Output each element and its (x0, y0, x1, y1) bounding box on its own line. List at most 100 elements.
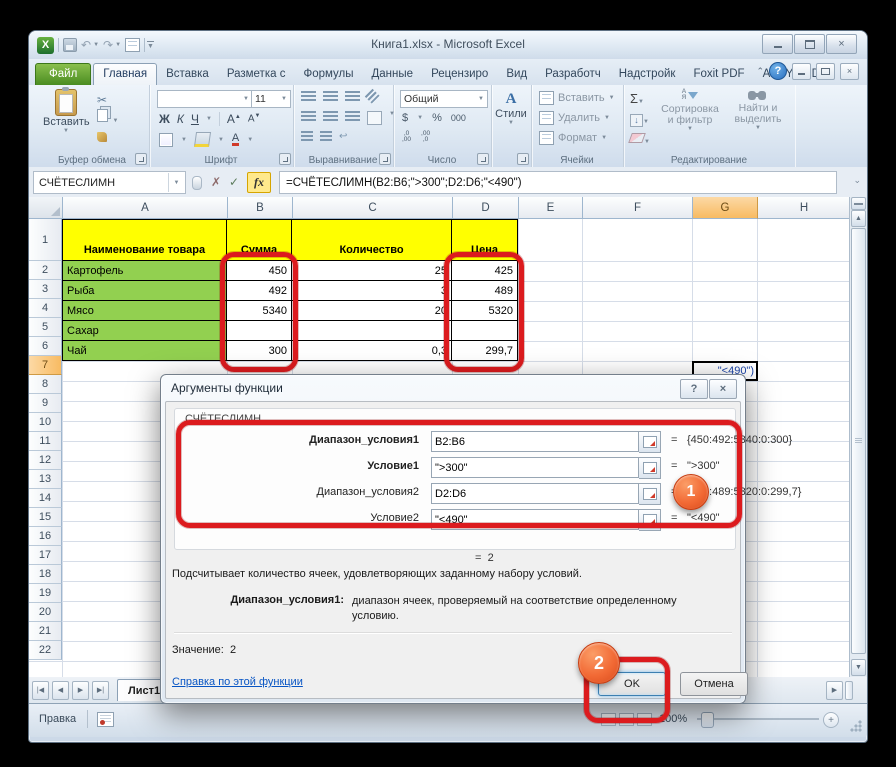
orientation-icon[interactable] (365, 89, 381, 105)
tab-developer[interactable]: Разработч (536, 64, 610, 85)
cell-a4[interactable]: Мясо (62, 301, 227, 321)
row-header-2[interactable]: 2 (29, 261, 62, 280)
alignment-dialog-launcher-icon[interactable] (379, 153, 391, 165)
scroll-down-icon[interactable]: ▼ (851, 659, 866, 676)
font-dialog-launcher-icon[interactable] (279, 153, 291, 165)
prev-sheet-icon[interactable]: ◀ (52, 681, 69, 700)
cell-c4[interactable]: 20 (292, 301, 452, 321)
borders-icon[interactable] (159, 133, 173, 147)
enter-entry-button[interactable]: ✓ (225, 172, 243, 191)
column-header-d[interactable]: D (453, 197, 519, 219)
maximize-button[interactable] (794, 34, 825, 54)
macro-record-icon[interactable] (97, 712, 114, 727)
tab-view[interactable]: Вид (497, 64, 536, 85)
row-header-14[interactable]: 14 (29, 489, 62, 508)
row-header-3[interactable]: 3 (29, 280, 62, 299)
tab-review[interactable]: Рецензиро (422, 64, 497, 85)
row-header-8[interactable]: 8 (29, 375, 62, 394)
tab-data[interactable]: Данные (363, 64, 423, 85)
paste-button[interactable]: Вставить ▼ (43, 89, 89, 134)
insert-function-button[interactable]: fx (247, 172, 271, 193)
grow-font-button[interactable]: А▲ (227, 112, 241, 126)
currency-dropdown-icon[interactable]: ▼ (417, 115, 423, 121)
row-header-6[interactable]: 6 (29, 337, 62, 356)
styles-dropdown-icon[interactable]: ▼ (491, 120, 531, 126)
row-header-1[interactable]: 1 (29, 219, 62, 261)
name-box[interactable]: СЧЁТЕСЛИМН ▼ (33, 171, 186, 194)
align-right-icon[interactable] (345, 111, 360, 122)
comma-format-button[interactable]: 000 (451, 113, 466, 123)
copy-button[interactable]: ▼ (97, 109, 118, 127)
font-color-dropdown-icon[interactable]: ▼ (247, 137, 253, 143)
wrap-text-icon[interactable]: ↩ (339, 131, 347, 142)
row-header-19[interactable]: 19 (29, 584, 62, 603)
fill-button[interactable]: ↓▼ (630, 110, 649, 128)
delete-cells-button[interactable]: Удалить▼ (539, 111, 610, 125)
name-box-dropdown-icon[interactable]: ▼ (168, 173, 184, 192)
copy-dropdown-icon[interactable]: ▼ (112, 118, 118, 124)
column-header-h[interactable]: H (758, 197, 851, 219)
find-select-button[interactable]: Найти и выделить ▼ (727, 89, 789, 131)
row-header-4[interactable]: 4 (29, 299, 62, 318)
row-header-9[interactable]: 9 (29, 394, 62, 413)
sort-filter-button[interactable]: А Я Сортировка и фильтр ▼ (657, 89, 723, 132)
cell-a3[interactable]: Рыба (62, 281, 227, 301)
row-header-11[interactable]: 11 (29, 432, 62, 451)
bold-button[interactable]: Ж (159, 112, 170, 126)
shrink-font-button[interactable]: А▼ (248, 113, 261, 124)
cell-c1[interactable]: Количество (292, 219, 452, 261)
scrollbar-split-handle[interactable] (851, 197, 866, 210)
scroll-up-icon[interactable]: ▲ (851, 210, 866, 227)
zoom-slider-thumb[interactable] (701, 712, 714, 728)
row-header-18[interactable]: 18 (29, 565, 62, 584)
minimize-button[interactable] (762, 34, 793, 54)
clear-button[interactable]: ▼ (630, 130, 650, 148)
row-header-13[interactable]: 13 (29, 470, 62, 489)
clipboard-dialog-launcher-icon[interactable] (135, 153, 147, 165)
formula-input[interactable]: =СЧЁТЕСЛИМН(B2:B6;">300";D2:D6;"<490") (279, 171, 837, 194)
cell-a2[interactable]: Картофель (62, 261, 227, 281)
increase-decimal-icon[interactable]: ,0 ,00 (402, 131, 411, 143)
first-sheet-icon[interactable]: |◀ (32, 681, 49, 700)
font-name-select[interactable]: ▼ (157, 90, 253, 108)
close-button[interactable]: × (826, 34, 857, 54)
column-header-a[interactable]: A (63, 197, 228, 219)
cell-c3[interactable]: 3 (292, 281, 452, 301)
decrease-decimal-icon[interactable]: ,00 ,0 (421, 131, 430, 143)
workbook-close-button[interactable]: × (840, 63, 859, 80)
tab-foxit-pdf[interactable]: Foxit PDF (684, 64, 753, 85)
hscroll-right-icon[interactable]: ▶ (826, 681, 843, 700)
expand-formula-bar-icon[interactable]: ⌄ (853, 175, 861, 186)
cell-a5[interactable]: Сахар (62, 321, 227, 341)
tab-addins[interactable]: Надстройк (610, 64, 685, 85)
row-header-7[interactable]: 7 (29, 356, 62, 375)
zoom-in-icon[interactable]: + (823, 712, 839, 728)
row-header-5[interactable]: 5 (29, 318, 62, 337)
number-format-select[interactable]: Общий▼ (400, 90, 488, 108)
tab-file[interactable]: Файл (35, 63, 91, 85)
workbook-restore-button[interactable] (816, 63, 835, 80)
resize-grip[interactable] (849, 719, 863, 733)
help-icon[interactable]: ? (769, 62, 787, 80)
row-header-15[interactable]: 15 (29, 508, 62, 527)
paste-dropdown-icon[interactable]: ▼ (43, 128, 89, 134)
align-bottom-icon[interactable] (345, 91, 360, 102)
row-header-21[interactable]: 21 (29, 622, 62, 641)
vertical-scroll-thumb[interactable] (851, 228, 866, 654)
next-sheet-icon[interactable]: ▶ (72, 681, 89, 700)
fill-color-dropdown-icon[interactable]: ▼ (218, 137, 224, 143)
row-header-16[interactable]: 16 (29, 527, 62, 546)
last-sheet-icon[interactable]: ▶| (92, 681, 109, 700)
collapse-ribbon-icon[interactable]: ⌃ (756, 66, 764, 77)
cell-a1[interactable]: Наименование товара (62, 219, 227, 261)
row-header-12[interactable]: 12 (29, 451, 62, 470)
increase-indent-icon[interactable] (320, 131, 332, 142)
cut-button[interactable]: ✂ (97, 91, 107, 109)
align-center-icon[interactable] (323, 111, 338, 122)
cancel-button[interactable]: Отмена (680, 672, 748, 696)
zoom-slider-track[interactable] (697, 718, 819, 720)
styles-button[interactable]: А Стили ▼ (491, 91, 531, 126)
font-color-icon[interactable]: А (232, 133, 239, 146)
cell-c6[interactable]: 0,3 (292, 341, 452, 361)
format-painter-button[interactable] (97, 129, 107, 147)
